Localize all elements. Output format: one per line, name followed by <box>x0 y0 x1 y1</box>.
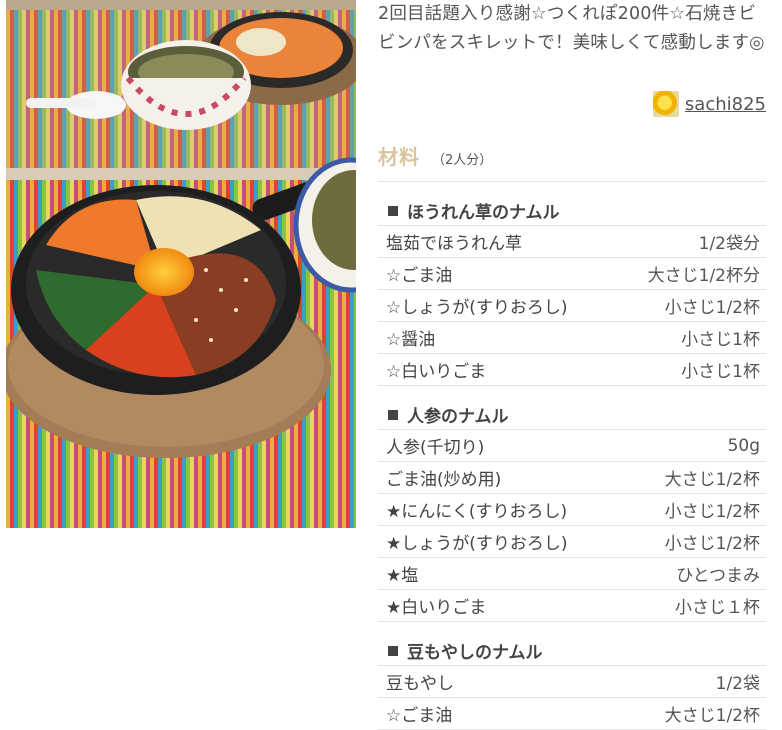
ingredient-row: ☆ごま油 大さじ1/2杯分 <box>378 258 766 290</box>
ingredient-amount: 大さじ1/2杯 <box>664 470 760 490</box>
ingredient-row: ☆ごま油 大さじ1/2杯 <box>378 698 766 730</box>
ingredients-serving: （2人分） <box>432 153 493 168</box>
recipe-description: 2回目話題入り感謝☆つくれぽ200件☆石焼きビビンパをスキレットで！美味しくて感… <box>378 4 765 53</box>
ingredient-amount: 50g <box>727 435 760 456</box>
square-bullet-icon <box>388 409 398 420</box>
ingredients-list: ほうれん草のナムル 塩茹でほうれん草 1/2袋分 ☆ごま油 大さじ1/2杯分 ☆しょ… <box>378 181 766 730</box>
ingredient-row: 塩茹でほうれん草 1/2袋分 <box>378 226 766 258</box>
ingredient-amount: 小さじ1杯 <box>681 330 760 350</box>
ingredient-amount: 小さじ1/2杯 <box>664 502 760 522</box>
ingredients-title: 材料 <box>378 145 420 169</box>
ingredient-name: ☆ごま油 <box>386 706 453 726</box>
author[interactable]: sachi825 <box>652 91 766 117</box>
ingredient-row: ☆醤油 小さじ1杯 <box>378 322 766 354</box>
ingredient-row: ★しょうが(すりおろし) 小さじ1/2杯 <box>378 526 766 558</box>
ingredient-row: ★白いりごま 小さじ１杯 <box>378 590 766 622</box>
ingredient-name: ☆白いりごま <box>386 362 487 382</box>
ingredient-amount: 小さじ1杯 <box>681 362 760 382</box>
ingredient-name: ☆醤油 <box>386 330 436 350</box>
ingredient-name: 塩茹でほうれん草 <box>386 234 522 254</box>
ingredient-row: ★にんにく(すりおろし) 小さじ1/2杯 <box>378 494 766 526</box>
recipe-photo[interactable] <box>6 0 356 528</box>
ingredient-row: ごま油(炒め用) 大さじ1/2杯 <box>378 462 766 494</box>
ingredient-name: ★しょうが(すりおろし) <box>386 534 568 554</box>
ingredient-name: ★にんにく(すりおろし) <box>386 502 568 522</box>
ingredient-amount: 小さじ1/2杯 <box>664 298 760 318</box>
ingredient-section-heading: 人参のナムル <box>378 386 766 430</box>
ingredient-name: 人参(千切り) <box>386 438 485 458</box>
ingredient-name: 豆もやし <box>386 674 454 694</box>
ingredient-amount: 1/2袋分 <box>698 234 760 254</box>
ingredient-row: ☆しょうが(すりおろし) 小さじ1/2杯 <box>378 290 766 322</box>
square-bullet-icon <box>388 645 398 656</box>
ingredient-amount: 小さじ１杯 <box>675 598 760 618</box>
ingredient-amount: 小さじ1/2杯 <box>664 534 760 554</box>
author-avatar-icon[interactable] <box>652 91 679 117</box>
ingredient-name: ☆しょうが(すりおろし) <box>386 298 568 318</box>
ingredient-row: 豆もやし 1/2袋 <box>378 666 766 698</box>
ingredient-amount: 大さじ1/2杯 <box>664 706 760 726</box>
ingredient-section-heading: 豆もやしのナムル <box>378 622 766 666</box>
author-name-link[interactable]: sachi825 <box>685 94 766 115</box>
ingredient-row: 人参(千切り) 50g <box>378 430 766 462</box>
ingredient-amount: ひとつまみ <box>676 566 760 586</box>
square-bullet-icon <box>388 205 398 216</box>
ingredients-header: 材料 （2人分） <box>378 141 492 170</box>
ingredient-amount: 大さじ1/2杯分 <box>647 266 760 286</box>
ingredient-row: ★塩 ひとつまみ <box>378 558 766 590</box>
ingredient-section-heading: ほうれん草のナムル <box>378 182 766 226</box>
ingredient-name: ごま油(炒め用) <box>386 470 502 490</box>
ingredient-amount: 1/2袋 <box>715 674 760 694</box>
ingredient-row: ☆白いりごま 小さじ1杯 <box>378 354 766 386</box>
ingredient-name: ★塩 <box>386 566 419 586</box>
ingredient-name: ★白いりごま <box>386 598 487 618</box>
ingredient-name: ☆ごま油 <box>386 266 453 286</box>
